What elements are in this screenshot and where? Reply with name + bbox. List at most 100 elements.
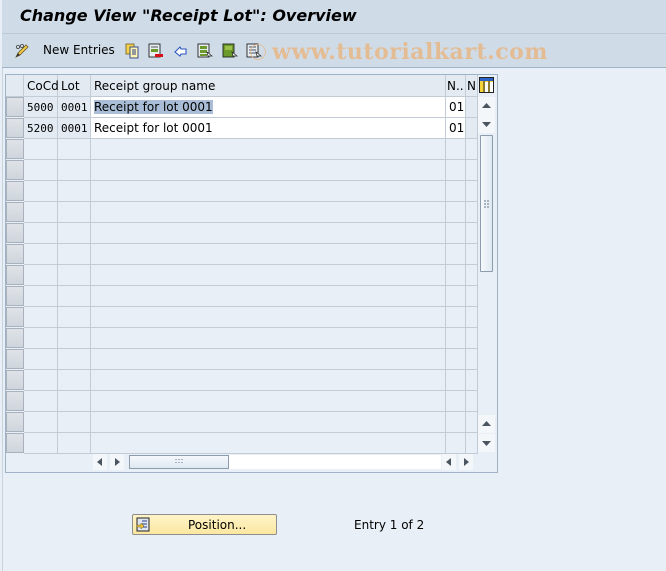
new-entries-button[interactable]: New Entries (43, 41, 115, 59)
scroll-right-button-2[interactable] (459, 454, 473, 470)
cell-n1[interactable] (446, 265, 466, 286)
page-down-button[interactable] (478, 115, 495, 133)
cell-n1[interactable] (446, 433, 466, 454)
cell-receipt-group-name[interactable] (91, 328, 446, 349)
row-selector[interactable] (6, 97, 24, 117)
cell-n1[interactable] (446, 181, 466, 202)
cell-n1[interactable] (446, 244, 466, 265)
arrow-up-icon (482, 421, 491, 426)
row-selector[interactable] (6, 265, 24, 285)
row-selector[interactable] (6, 370, 24, 390)
column-header-n1[interactable]: N.. (446, 75, 466, 97)
delete-button[interactable] (148, 41, 163, 59)
select-block-icon (222, 43, 238, 58)
column-header-lot[interactable]: Lot (58, 75, 91, 97)
cell-n1[interactable] (446, 391, 466, 412)
row-selector[interactable] (6, 223, 24, 243)
row-selector[interactable] (6, 349, 24, 369)
scroll-up-button[interactable] (478, 97, 495, 115)
row-selector[interactable] (6, 202, 24, 222)
cell-receipt-group-name[interactable]: Receipt for lot 0001 (91, 97, 446, 118)
display-change-button[interactable] (14, 41, 29, 59)
watermark-logo-icon (250, 44, 266, 60)
row-selector[interactable] (6, 307, 24, 327)
cell-cocd (24, 265, 58, 286)
scroll-down-button[interactable] (478, 434, 495, 452)
scroll-left-button[interactable] (93, 454, 107, 470)
vertical-scrollbar[interactable] (478, 97, 495, 452)
column-header-receipt-group-name[interactable]: Receipt group name (91, 75, 446, 97)
row-selector[interactable] (6, 286, 24, 306)
cell-n1[interactable] (446, 349, 466, 370)
cell-receipt-group-name[interactable] (91, 286, 446, 307)
undo-change-button[interactable] (173, 41, 187, 59)
select-block-button[interactable] (222, 41, 238, 59)
row-selector[interactable] (6, 433, 24, 453)
cell-lot (58, 202, 91, 223)
cell-n1[interactable] (446, 307, 466, 328)
select-all-rows-corner[interactable] (6, 75, 24, 97)
row-selector[interactable] (6, 391, 24, 411)
row-selector[interactable] (6, 160, 24, 180)
cell-n1[interactable] (446, 139, 466, 160)
cell-cocd: 5200 (24, 118, 58, 139)
cell-n1[interactable] (446, 160, 466, 181)
scroll-left-button-2[interactable] (442, 454, 456, 470)
row-selector[interactable] (6, 139, 24, 159)
cell-receipt-group-name[interactable] (91, 412, 446, 433)
cell-n2 (466, 349, 478, 370)
cell-receipt-group-name[interactable] (91, 202, 446, 223)
cell-receipt-group-name[interactable] (91, 307, 446, 328)
entry-counter: Entry 1 of 2 (354, 518, 425, 532)
cell-receipt-group-name[interactable] (91, 181, 446, 202)
cell-receipt-group-name[interactable] (91, 160, 446, 181)
cell-n1[interactable] (446, 286, 466, 307)
row-selector[interactable] (6, 118, 24, 138)
cell-n1[interactable]: 01 (446, 97, 466, 118)
cell-cocd (24, 181, 58, 202)
title-bar: Change View "Receipt Lot": Overview (2, 0, 666, 34)
horizontal-scroll-track[interactable] (229, 455, 441, 469)
cell-n1[interactable]: 01 (446, 118, 466, 139)
cell-lot: 0001 (58, 118, 91, 139)
cell-lot (58, 160, 91, 181)
scroll-right-button[interactable] (110, 454, 124, 470)
cell-n1[interactable] (446, 370, 466, 391)
scroll-up-bottom-button[interactable] (478, 415, 495, 433)
cell-receipt-group-name[interactable] (91, 244, 446, 265)
row-selector[interactable] (6, 412, 24, 432)
vertical-scroll-thumb[interactable] (480, 135, 493, 272)
cell-receipt-group-name[interactable] (91, 349, 446, 370)
select-all-button[interactable] (197, 41, 213, 59)
cell-receipt-group-name[interactable]: Receipt for lot 0001 (91, 118, 446, 139)
horizontal-scroll-thumb[interactable] (129, 455, 229, 469)
cell-n1[interactable] (446, 328, 466, 349)
cell-n1[interactable] (446, 412, 466, 433)
cell-receipt-group-name[interactable] (91, 223, 446, 244)
column-header-n2[interactable]: N (466, 75, 478, 97)
column-header-cocd[interactable]: CoCd (24, 75, 59, 97)
copy-as-button[interactable] (125, 41, 139, 59)
cell-receipt-group-name[interactable] (91, 433, 446, 454)
cell-n1[interactable] (446, 202, 466, 223)
table-settings-icon (479, 77, 494, 93)
table-control: CoCd Lot Receipt group name N.. N 5000 00… (5, 74, 498, 473)
cell-lot (58, 391, 91, 412)
position-button[interactable]: Position... (132, 514, 277, 535)
cell-n2 (466, 307, 478, 328)
cell-n1-text: 01 (449, 121, 465, 135)
cell-cocd (24, 412, 58, 433)
cell-receipt-group-name[interactable] (91, 265, 446, 286)
cell-lot: 0001 (58, 97, 91, 118)
cell-cocd (24, 286, 58, 307)
row-selector[interactable] (6, 181, 24, 201)
cell-n1[interactable] (446, 223, 466, 244)
cell-receipt-group-name[interactable] (91, 139, 446, 160)
row-selector[interactable] (6, 328, 24, 348)
cell-cocd (24, 328, 58, 349)
row-selector[interactable] (6, 244, 24, 264)
column-config-button[interactable] (479, 77, 494, 93)
cell-receipt-group-name[interactable] (91, 391, 446, 412)
cell-cocd (24, 307, 58, 328)
cell-receipt-group-name[interactable] (91, 370, 446, 391)
